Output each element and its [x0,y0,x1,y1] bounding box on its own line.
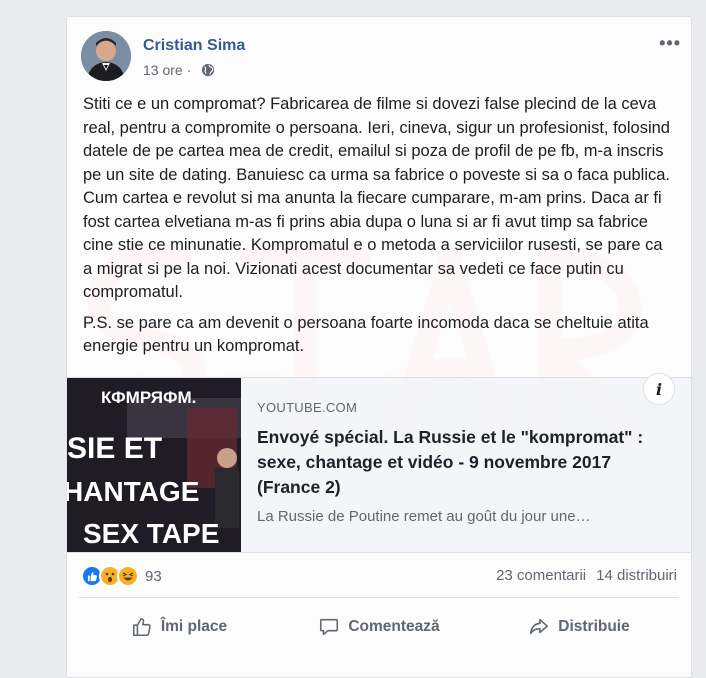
comment-label: Comentează [348,618,440,635]
engagement-counts: 23 comentarii 14 distribuiri [496,567,677,584]
info-icon[interactable]: i [643,373,675,405]
post-timestamp[interactable]: 13 ore [143,62,183,78]
share-button[interactable]: Distribuie [479,605,679,649]
link-body: YOUTUBE.COM Envoyé spécial. La Russie et… [257,400,667,525]
reaction-count: 93 [145,567,162,585]
haha-icon [117,565,139,587]
thumbs-up-icon [132,617,151,637]
thumb-text-3: HANTAGE [67,476,200,507]
like-label: Îmi place [160,618,228,635]
link-domain: YOUTUBE.COM [257,400,358,415]
post-meta: 13 ore · [143,62,215,78]
thumb-text-1: КФМРЯФМ. [101,388,197,407]
video-thumbnail[interactable]: КФМРЯФМ. SIE ET HANTAGE SEX TAPE [67,378,241,552]
post-body: Stiti ce e un compromat? Fabricarea de f… [83,93,675,366]
post-paragraph: P.S. se pare ca am devenit o persoana fo… [83,313,649,356]
link-preview[interactable]: КФМРЯФМ. SIE ET HANTAGE SEX TAPE YOUTUBE… [67,377,691,553]
thumb-text-4: SEX TAPE [83,518,220,549]
facebook-post-card: Cristian Sima 13 ore · ••• Stiti ce e un… [66,16,692,678]
post-paragraph: Stiti ce e un compromat? Fabricarea de f… [83,95,671,301]
link-title[interactable]: Envoyé spécial. La Russie et le "komprom… [257,425,667,500]
author-name[interactable]: Cristian Sima [143,37,245,55]
share-icon [530,618,549,635]
globe-icon[interactable] [201,63,215,77]
share-label: Distribuie [558,618,630,635]
post-stats: 93 23 comentarii 14 distribuiri [81,561,677,589]
meta-separator: · [186,62,192,78]
shares-count[interactable]: 14 distribuiri [596,567,677,584]
reactions-summary[interactable]: 93 [81,565,162,587]
like-button[interactable]: Îmi place [79,605,279,649]
author-avatar[interactable] [81,31,131,81]
avatar-photo [81,31,131,81]
more-options-icon[interactable]: ••• [659,33,681,54]
comment-button[interactable]: Comentează [279,605,479,649]
comment-icon [320,618,339,636]
link-description: La Russie de Poutine remet au goût du jo… [257,508,591,525]
comments-count[interactable]: 23 comentarii [496,567,586,584]
thumb-text-2: SIE ET [67,432,163,465]
post-actions: Îmi place Comentează Distribuie [79,605,679,649]
actions-divider [79,597,679,598]
